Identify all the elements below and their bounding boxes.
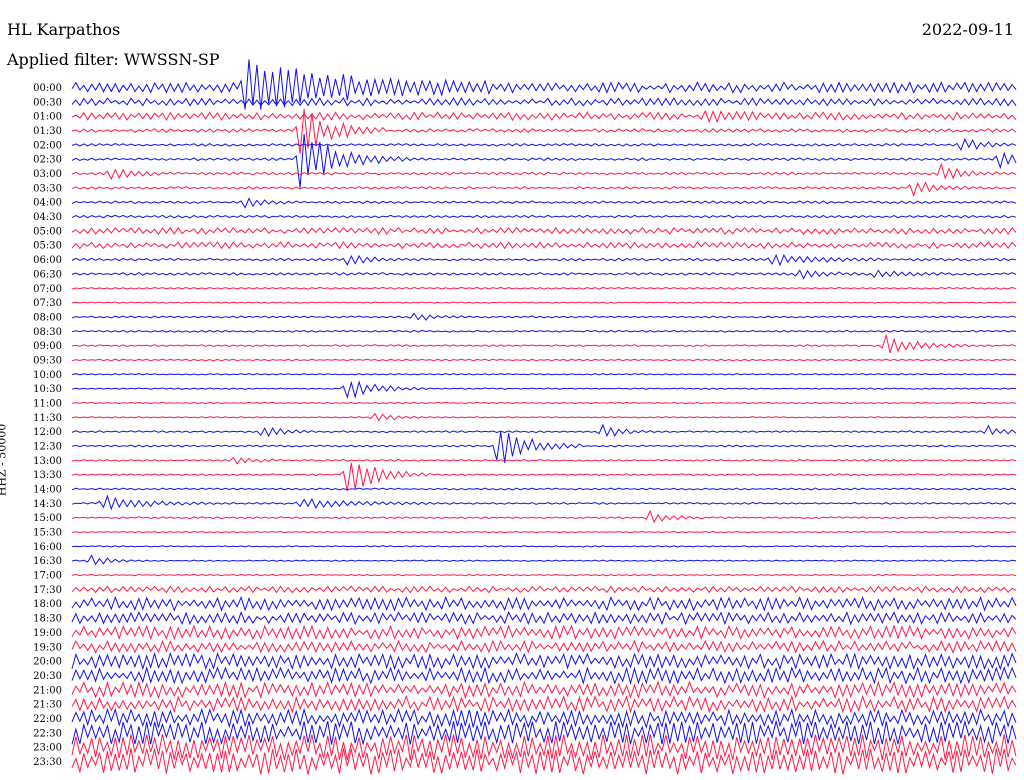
row-time-label: 14:30 bbox=[33, 499, 62, 510]
trace-line bbox=[71, 639, 1017, 654]
trace-line bbox=[71, 269, 1017, 280]
trace-line bbox=[71, 624, 1017, 641]
row-time-label: 09:30 bbox=[33, 355, 62, 366]
row-time-label: 18:00 bbox=[33, 599, 62, 610]
row-time-label: 02:00 bbox=[33, 140, 62, 151]
trace-line bbox=[71, 431, 1017, 463]
trace-line bbox=[71, 509, 1017, 524]
trace-line bbox=[71, 253, 1017, 267]
trace-line bbox=[71, 680, 1017, 700]
trace-line bbox=[71, 694, 1017, 714]
trace-line bbox=[71, 734, 1017, 761]
row-time-label: 06:30 bbox=[33, 269, 62, 280]
row-time-label: 03:30 bbox=[33, 183, 62, 194]
row-time-label: 15:30 bbox=[33, 528, 62, 539]
trace-line bbox=[71, 585, 1017, 594]
row-time-label: 12:00 bbox=[33, 427, 62, 438]
trace-line bbox=[71, 573, 1017, 577]
row-time-label: 00:30 bbox=[33, 97, 62, 108]
row-time-label: 19:00 bbox=[33, 628, 62, 639]
row-time-label: 03:00 bbox=[33, 169, 62, 180]
row-time-label: 11:00 bbox=[33, 398, 62, 409]
row-time-label: 02:30 bbox=[33, 155, 62, 166]
row-time-label: 04:30 bbox=[33, 212, 62, 223]
trace-line bbox=[71, 651, 1017, 671]
trace-line bbox=[71, 487, 1017, 491]
trace-line bbox=[71, 412, 1017, 422]
trace-line bbox=[71, 162, 1017, 181]
trace-line bbox=[71, 462, 1017, 491]
trace-line bbox=[71, 401, 1017, 405]
row-time-label: 22:30 bbox=[33, 728, 62, 739]
row-time-label: 10:00 bbox=[33, 370, 62, 381]
trace-line bbox=[71, 96, 1017, 107]
trace-line bbox=[71, 423, 1017, 438]
row-time-label: 06:00 bbox=[33, 255, 62, 266]
trace-line bbox=[71, 333, 1017, 354]
row-time-label: 07:00 bbox=[33, 284, 62, 295]
trace-line bbox=[71, 134, 1017, 188]
row-time-label: 23:00 bbox=[33, 743, 62, 754]
row-time-label: 12:30 bbox=[33, 442, 62, 453]
row-time-label: 11:30 bbox=[33, 413, 62, 424]
row-time-label: 20:30 bbox=[33, 671, 62, 682]
trace-line bbox=[71, 530, 1017, 534]
trace-line bbox=[71, 226, 1017, 236]
row-time-label: 10:30 bbox=[33, 384, 62, 395]
trace-line bbox=[71, 181, 1017, 198]
trace-line bbox=[71, 456, 1017, 465]
trace-line bbox=[71, 494, 1017, 511]
row-time-label: 01:00 bbox=[33, 112, 62, 123]
trace-line bbox=[71, 197, 1017, 209]
row-time-label: 07:30 bbox=[33, 298, 62, 309]
trace-line bbox=[71, 241, 1017, 250]
row-time-label: 14:00 bbox=[33, 485, 62, 496]
trace-line bbox=[71, 380, 1017, 399]
row-time-label: 16:30 bbox=[33, 556, 62, 567]
row-time-label: 15:00 bbox=[33, 513, 62, 524]
row-time-label: 05:00 bbox=[33, 226, 62, 237]
trace-line bbox=[71, 666, 1017, 686]
trace-line bbox=[71, 137, 1017, 152]
trace-line bbox=[71, 301, 1017, 304]
row-time-label: 18:30 bbox=[33, 614, 62, 625]
row-time-label: 00:00 bbox=[33, 83, 62, 94]
row-time-label: 23:30 bbox=[33, 757, 62, 768]
trace-line bbox=[71, 286, 1017, 290]
row-time-label: 13:30 bbox=[33, 470, 62, 481]
row-time-label: 22:00 bbox=[33, 714, 62, 725]
row-time-label: 05:30 bbox=[33, 241, 62, 252]
trace-line bbox=[71, 373, 1017, 376]
seismogram-plot: 00:00 00:30 01:00 01:30 02:00 02:30 03:00 03:30… bbox=[33, 59, 1017, 775]
trace-line bbox=[71, 312, 1017, 321]
trace-line bbox=[71, 595, 1017, 612]
trace-line bbox=[71, 554, 1017, 566]
row-time-label: 16:00 bbox=[33, 542, 62, 553]
row-time-label: 17:30 bbox=[33, 585, 62, 596]
row-time-label: 09:00 bbox=[33, 341, 62, 352]
row-time-label: 21:30 bbox=[33, 700, 62, 711]
row-time-label: 20:00 bbox=[33, 657, 62, 668]
trace-line bbox=[71, 329, 1017, 333]
row-time-label: 01:30 bbox=[33, 126, 62, 137]
trace-line bbox=[71, 545, 1017, 548]
trace-line bbox=[71, 358, 1017, 362]
row-time-label: 17:00 bbox=[33, 571, 62, 582]
row-time-label: 19:30 bbox=[33, 642, 62, 653]
row-time-label: 08:00 bbox=[33, 312, 62, 323]
trace-line bbox=[71, 108, 1017, 154]
trace-line bbox=[71, 610, 1017, 626]
row-time-label: 21:00 bbox=[33, 685, 62, 696]
row-time-label: 04:00 bbox=[33, 198, 62, 209]
trace-line bbox=[71, 214, 1017, 219]
row-time-label: 13:00 bbox=[33, 456, 62, 467]
row-time-label: 08:30 bbox=[33, 327, 62, 338]
trace-line bbox=[71, 109, 1017, 124]
